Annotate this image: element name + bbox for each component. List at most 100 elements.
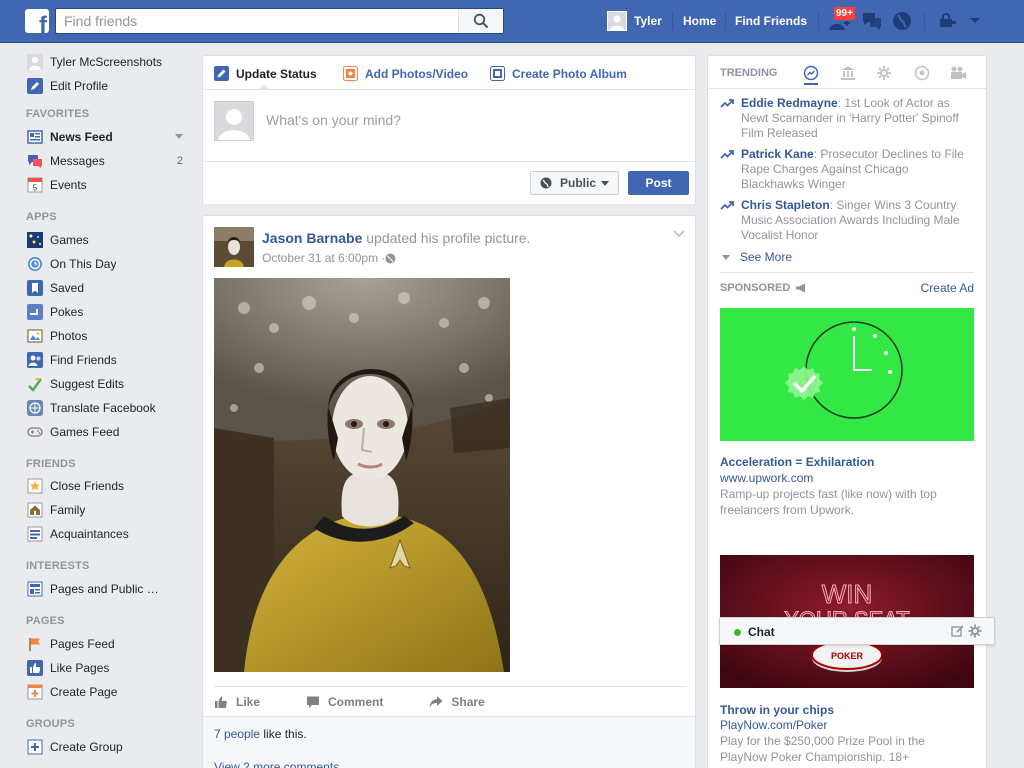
facebook-logo-icon[interactable]: f — [25, 9, 49, 33]
status-input[interactable]: What's on your mind? — [266, 112, 401, 128]
story-action-bar: Like Comment Share — [214, 686, 686, 716]
share-button[interactable]: Share — [429, 695, 485, 709]
tab-create-photo-album[interactable]: Create Photo Album — [490, 66, 627, 81]
search-box — [55, 8, 504, 34]
tab-add-photos-video[interactable]: Add Photos/Video — [343, 66, 468, 81]
audience-label: Public — [560, 176, 597, 190]
apps-heading: APPS — [26, 211, 57, 223]
nav-profile-name[interactable]: Tyler — [634, 13, 662, 29]
story-options-chevron-icon[interactable] — [673, 230, 685, 238]
ad-url[interactable]: PlayNow.com/Poker — [720, 718, 827, 732]
sidebar-item-games-feed[interactable]: Games Feed — [27, 423, 119, 441]
trending-sports-tab-icon[interactable] — [913, 64, 931, 82]
search-button[interactable] — [458, 9, 503, 33]
house-icon — [27, 502, 43, 518]
gear-icon[interactable] — [968, 624, 982, 638]
calendar-icon: 5 — [27, 177, 43, 193]
sidebar-item-label: Pages and Public Figures — [50, 582, 165, 596]
sidebar-item-acquaintances[interactable]: Acquaintances — [27, 525, 129, 543]
trending-item[interactable]: Eddie Redmayne: 1st Look of Actor as New… — [720, 96, 975, 141]
privacy-shortcuts-icon[interactable] — [937, 10, 959, 32]
sidebar-item-close-friends[interactable]: Close Friends — [27, 477, 124, 495]
translate-globe-icon — [27, 400, 43, 416]
notifications-globe-icon[interactable] — [891, 10, 913, 32]
nav-profile-avatar[interactable] — [607, 11, 627, 31]
trending-entertainment-tab-icon[interactable] — [949, 64, 967, 82]
profile-picture-photo[interactable] — [214, 278, 510, 672]
post-button[interactable]: Post — [628, 171, 689, 195]
chat-label: Chat — [748, 625, 775, 639]
sidebar-item-pages-public-figures[interactable]: Pages and Public Figures — [27, 580, 165, 598]
sidebar-item-create-group[interactable]: Create Group — [27, 738, 123, 756]
sponsored-label: SPONSORED — [720, 282, 791, 294]
acquaintances-list-icon — [27, 526, 43, 542]
favorites-heading: FAVORITES — [26, 108, 90, 120]
trending-divider — [708, 88, 986, 89]
ad-title-link[interactable]: Acceleration = Exhilaration — [720, 455, 874, 469]
sidebar-item-photos[interactable]: Photos — [27, 327, 87, 345]
author-name-link[interactable]: Jason Barnabe — [262, 230, 362, 246]
story-timestamp[interactable]: October 31 at 6:00pm · — [262, 251, 396, 265]
sidebar-item-messages[interactable]: Messages — [27, 152, 105, 170]
trending-topic-name: Eddie Redmayne — [741, 96, 838, 110]
create-ad-link[interactable]: Create Ad — [921, 281, 974, 295]
trending-item[interactable]: Chris Stapleton: Singer Wins 3 Country M… — [720, 198, 975, 243]
find-friends-icon — [27, 352, 43, 368]
new-message-compose-icon[interactable] — [951, 624, 965, 638]
likes-people-link[interactable]: 7 people — [214, 727, 260, 741]
sidebar-item-label: Suggest Edits — [50, 377, 125, 391]
chevron-down-icon — [601, 180, 610, 186]
audience-selector-button[interactable]: Public — [530, 171, 619, 195]
create-page-plus-icon — [27, 684, 43, 700]
sidebar-item-events[interactable]: 5 Events — [27, 176, 87, 194]
sidebar-item-pages-feed[interactable]: Pages Feed — [27, 635, 115, 653]
sidebar-item-find-friends[interactable]: Find Friends — [27, 351, 117, 369]
sidebar-item-create-page[interactable]: Create Page — [27, 683, 117, 701]
comment-button[interactable]: Comment — [306, 695, 383, 709]
author-avatar[interactable] — [214, 227, 254, 267]
messages-jewel-icon[interactable] — [861, 10, 883, 32]
sidebar-item-label: Photos — [50, 329, 88, 343]
tab-update-status[interactable]: Update Status — [214, 66, 317, 81]
view-more-comments-link[interactable]: View 2 more comments — [214, 760, 339, 768]
account-menu-chevron-icon[interactable] — [964, 10, 986, 32]
sidebar-item-translate[interactable]: Translate Facebook — [27, 399, 156, 417]
sidebar-item-edit-profile[interactable]: Edit Profile — [27, 77, 108, 95]
sidebar-item-label: Translate Facebook — [50, 401, 156, 415]
profile-avatar-icon — [27, 54, 43, 70]
messages-count: 2 — [176, 155, 183, 167]
sidebar-item-like-pages[interactable]: Like Pages — [27, 659, 109, 677]
nav-home-link[interactable]: Home — [683, 13, 716, 29]
sidebar-item-suggest-edits[interactable]: Suggest Edits — [27, 375, 124, 393]
sidebar-item-label: Messages — [50, 154, 105, 168]
thumbs-up-icon — [27, 660, 43, 676]
trending-top-tab-icon[interactable] — [802, 64, 820, 82]
ad-image-upwork[interactable] — [720, 308, 974, 441]
trending-topic-name: Chris Stapleton — [741, 198, 830, 212]
trending-item[interactable]: Patrick Kane: Prosecutor Declines to Fil… — [720, 147, 975, 192]
chat-sidebar-tab[interactable]: Chat — [719, 617, 995, 645]
see-more-trending-link[interactable]: See More — [722, 250, 792, 264]
tab-label: Create Photo Album — [512, 66, 627, 81]
ad-body: Play for the $250,000 Prize Pool in the … — [720, 734, 925, 764]
search-input[interactable] — [56, 9, 456, 33]
sidebar-item-games[interactable]: Games — [27, 231, 89, 249]
sidebar-item-label: Events — [50, 178, 87, 192]
ad-url[interactable]: www.upwork.com — [720, 471, 813, 485]
like-button[interactable]: Like — [214, 695, 260, 709]
sidebar-item-profile[interactable]: Tyler McScreenshots — [27, 53, 162, 71]
pages-heading: PAGES — [26, 615, 65, 627]
trending-politics-tab-icon[interactable] — [839, 64, 857, 82]
comment-bubble-icon — [307, 696, 320, 708]
sidebar-item-news-feed[interactable]: News Feed — [27, 128, 113, 146]
news-feed-options-chevron-icon[interactable] — [175, 134, 183, 139]
tab-label: Update Status — [236, 66, 317, 81]
comment-label: Comment — [328, 694, 384, 709]
nav-find-friends-link[interactable]: Find Friends — [735, 13, 807, 29]
sidebar-item-on-this-day[interactable]: On This Day — [27, 255, 116, 273]
trending-science-tab-icon[interactable] — [875, 64, 893, 82]
ad-title-link[interactable]: Throw in your chips — [720, 703, 834, 717]
sidebar-item-family[interactable]: Family — [27, 501, 85, 519]
sidebar-item-pokes[interactable]: Pokes — [27, 303, 83, 321]
sidebar-item-saved[interactable]: Saved — [27, 279, 84, 297]
